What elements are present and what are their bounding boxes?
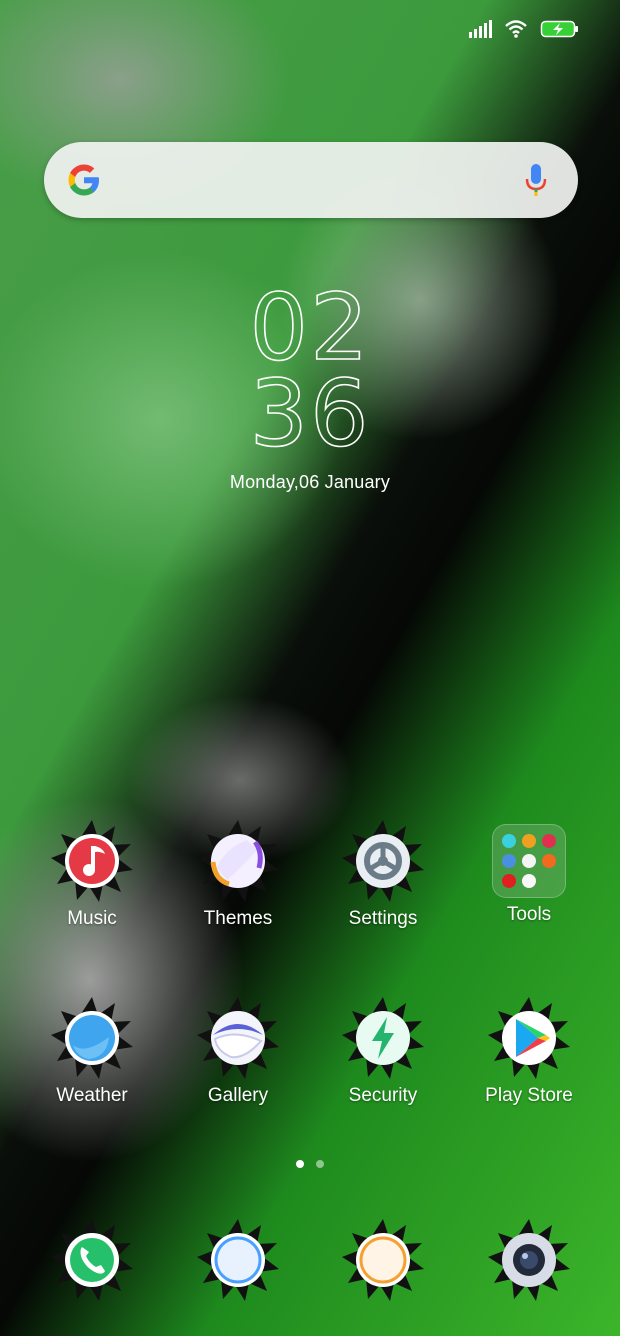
clock-hour: 02	[249, 274, 371, 381]
signal-icon	[469, 20, 492, 38]
clock-widget[interactable]: 02 36	[0, 274, 620, 467]
app-security[interactable]: Security	[313, 995, 453, 1107]
phone-icon	[51, 1219, 133, 1301]
clock-minute: 36	[249, 360, 371, 467]
browser-icon	[342, 1219, 424, 1301]
app-label: Weather	[56, 1085, 128, 1106]
page-indicator	[0, 1160, 620, 1168]
app-label: Play Store	[485, 1085, 573, 1106]
app-label: Music	[67, 908, 117, 929]
dock-camera[interactable]	[459, 1217, 599, 1303]
status-bar	[469, 14, 580, 44]
app-label: Settings	[348, 908, 418, 929]
date-label: Monday,06 January	[229, 472, 391, 492]
dock-phone[interactable]	[22, 1217, 162, 1303]
app-label: Themes	[203, 908, 273, 929]
battery-charging-icon	[540, 20, 578, 38]
page-dot-active	[296, 1160, 304, 1168]
security-icon	[342, 997, 424, 1079]
app-gallery[interactable]: Gallery	[168, 995, 308, 1107]
app-music[interactable]: Music	[22, 818, 162, 930]
page-dot	[316, 1160, 324, 1168]
mic-icon[interactable]	[524, 162, 548, 198]
google-g-icon	[68, 164, 99, 196]
folder-tools[interactable]: Tools	[459, 818, 599, 926]
settings-icon	[342, 820, 424, 902]
dock-browser[interactable]	[313, 1217, 453, 1303]
app-themes[interactable]: Themes	[168, 818, 308, 930]
themes-icon	[197, 820, 279, 902]
app-label: Security	[348, 1085, 418, 1106]
music-icon	[51, 820, 133, 902]
dock-messages[interactable]	[168, 1217, 308, 1303]
play-store-icon	[488, 997, 570, 1079]
tools-folder-icon	[492, 824, 566, 898]
messages-icon	[197, 1219, 279, 1301]
google-search-bar[interactable]	[44, 142, 578, 218]
gallery-icon	[197, 997, 279, 1079]
wifi-icon	[505, 20, 527, 38]
folder-label: Tools	[506, 904, 552, 925]
weather-icon	[51, 997, 133, 1079]
app-weather[interactable]: Weather	[22, 995, 162, 1107]
app-play-store[interactable]: Play Store	[459, 995, 599, 1107]
camera-icon	[488, 1219, 570, 1301]
app-label: Gallery	[207, 1085, 269, 1106]
app-settings[interactable]: Settings	[313, 818, 453, 930]
